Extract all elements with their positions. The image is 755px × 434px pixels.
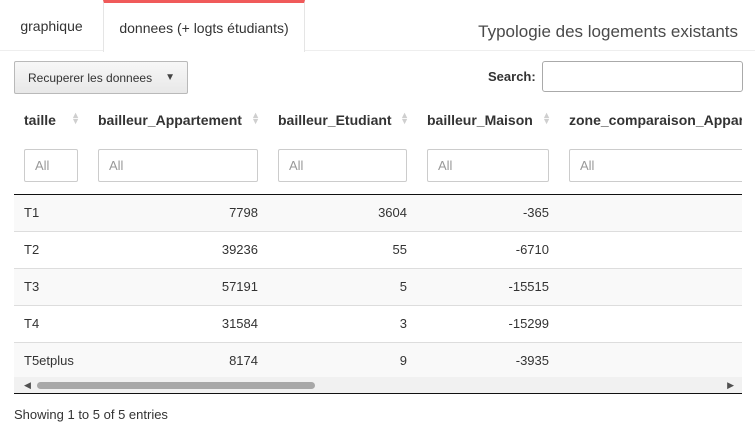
- data-table: taille ▲ ▼ bailleur_Appartement ▲ ▼ baille…: [14, 101, 742, 379]
- table-cell: 31584: [88, 304, 268, 342]
- table-cell: T2: [14, 230, 88, 268]
- table-row: T5etplus 8174 9 -3935: [14, 341, 742, 379]
- caret-down-icon: ▼: [165, 72, 175, 83]
- table-cell: -15515: [417, 267, 559, 305]
- column-header-taille[interactable]: taille ▲ ▼: [14, 101, 88, 138]
- column-header-zone-comparaison-appartement[interactable]: zone_comparaison_Appar: [559, 101, 742, 138]
- table-cell: [559, 341, 742, 379]
- table-row: T2 39236 55 -6710: [14, 230, 742, 268]
- filter-input-bailleur-appartement[interactable]: All: [98, 149, 258, 183]
- scroll-left-arrow-icon[interactable]: ◀: [24, 380, 31, 391]
- tab-bar: graphique donnees (+ logts étudiants) Ty…: [0, 0, 755, 52]
- column-header-label: bailleur_Etudiant: [278, 111, 392, 128]
- header-row: taille ▲ ▼ bailleur_Appartement ▲ ▼ baille…: [14, 101, 742, 138]
- column-header-bailleur-appartement[interactable]: bailleur_Appartement ▲ ▼: [88, 101, 268, 138]
- tab-donnees[interactable]: donnees (+ logts étudiants): [103, 0, 305, 52]
- filter-row: All All All All All: [14, 138, 742, 195]
- table-row: T3 57191 5 -15515: [14, 267, 742, 305]
- sort-icon: ▲ ▼: [251, 110, 260, 126]
- table-cell: [559, 193, 742, 231]
- column-header-label: taille: [24, 111, 56, 128]
- table-cell: -6710: [417, 230, 559, 268]
- sort-icon: ▲ ▼: [400, 110, 409, 126]
- table-cell: -15299: [417, 304, 559, 342]
- search-label: Search:: [488, 69, 536, 84]
- table-cell: T5etplus: [14, 341, 88, 379]
- column-header-bailleur-etudiant[interactable]: bailleur_Etudiant ▲ ▼: [268, 101, 417, 138]
- table-cell: 8174: [88, 341, 268, 379]
- column-header-label: bailleur_Appartement: [98, 111, 242, 128]
- table-cell: -365: [417, 193, 559, 231]
- table-cell: [559, 267, 742, 305]
- page-title: Typologie des logements existants: [478, 22, 738, 41]
- recuperer-donnees-label: Recuperer les donnees: [28, 70, 153, 85]
- filter-input-bailleur-maison[interactable]: All: [427, 149, 549, 183]
- sort-icon: ▲ ▼: [71, 110, 80, 126]
- column-header-label: bailleur_Maison: [427, 111, 533, 128]
- table-cell: 7798: [88, 193, 268, 231]
- table-cell: [559, 304, 742, 342]
- search-input[interactable]: [542, 61, 743, 92]
- table-info: Showing 1 to 5 of 5 entries: [14, 407, 168, 422]
- scrollbar-thumb[interactable]: [37, 382, 315, 389]
- table-row: T4 31584 3 -15299: [14, 304, 742, 342]
- table-cell: T1: [14, 193, 88, 231]
- table-cell: 57191: [88, 267, 268, 305]
- table-cell: T3: [14, 267, 88, 305]
- sort-icon: ▲ ▼: [542, 110, 551, 126]
- table-cell: T4: [14, 304, 88, 342]
- table-cell: -3935: [417, 341, 559, 379]
- table-cell: 5: [268, 267, 417, 305]
- filter-input-zone-comparaison[interactable]: All: [569, 149, 742, 183]
- scroll-right-arrow-icon[interactable]: ▶: [727, 380, 734, 391]
- horizontal-scrollbar[interactable]: ◀ ▶: [14, 377, 742, 394]
- table-cell: [559, 230, 742, 268]
- filter-input-bailleur-etudiant[interactable]: All: [278, 149, 407, 183]
- table-row: T1 7798 3604 -365: [14, 193, 742, 231]
- tab-graphique[interactable]: graphique: [0, 0, 103, 51]
- table-cell: 3604: [268, 193, 417, 231]
- column-header-label: zone_comparaison_Appar: [569, 111, 742, 128]
- column-header-bailleur-maison[interactable]: bailleur_Maison ▲ ▼: [417, 101, 559, 138]
- table-cell: 3: [268, 304, 417, 342]
- filter-input-taille[interactable]: All: [24, 149, 78, 183]
- recuperer-donnees-button[interactable]: Recuperer les donnees ▼: [14, 61, 188, 94]
- data-table-wrapper: taille ▲ ▼ bailleur_Appartement ▲ ▼ baille…: [14, 101, 742, 394]
- table-cell: 39236: [88, 230, 268, 268]
- table-cell: 9: [268, 341, 417, 379]
- table-cell: 55: [268, 230, 417, 268]
